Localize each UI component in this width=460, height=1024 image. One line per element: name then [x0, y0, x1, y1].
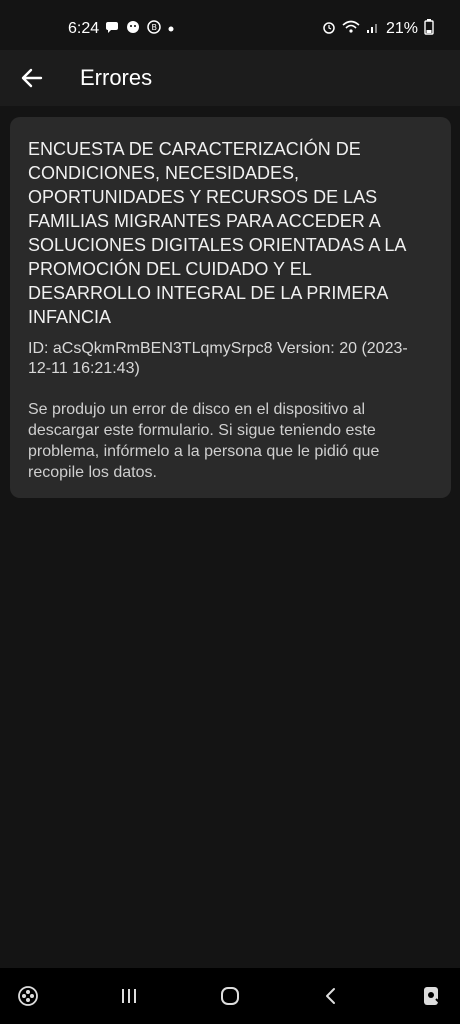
- recents-button[interactable]: [101, 968, 157, 1024]
- navigation-bar: [0, 968, 460, 1024]
- back-button[interactable]: [0, 50, 64, 106]
- mascot-icon: [125, 20, 141, 39]
- assistant-icon: [424, 987, 442, 1005]
- dot-icon: [167, 20, 175, 38]
- battery-icon: [424, 18, 434, 40]
- home-icon: [221, 987, 239, 1005]
- back-arrow-icon: [21, 68, 43, 88]
- back-nav-button[interactable]: [303, 968, 359, 1024]
- status-left: 6:24 B: [0, 19, 175, 39]
- alarm-icon: [322, 20, 336, 39]
- form-meta: ID: aCsQkmRmBEN3TLqmySrpc8 Version: 20 (…: [28, 340, 408, 377]
- game-controller-icon: [18, 986, 38, 1006]
- back-nav-icon: [326, 988, 335, 1004]
- error-card: ENCUESTA DE CARACTERIZACIÓN DE CONDICION…: [10, 117, 451, 498]
- svg-text:B: B: [152, 23, 158, 32]
- message-icon: [105, 20, 119, 39]
- app-bar: Errores: [0, 50, 460, 106]
- assistant-button[interactable]: [404, 968, 460, 1024]
- form-title: ENCUESTA DE CARACTERIZACIÓN DE CONDICION…: [28, 139, 406, 327]
- status-right: 21%: [322, 18, 460, 40]
- wifi-icon: [342, 20, 360, 39]
- battery-text: 21%: [385, 20, 418, 37]
- error-message: Se produjo un error de disco en el dispo…: [28, 401, 380, 481]
- signal-icon: [366, 20, 380, 39]
- status-time: 6:24: [68, 20, 100, 37]
- home-button[interactable]: [202, 968, 258, 1024]
- page-title: Errores: [80, 65, 153, 90]
- recents-icon: [122, 989, 136, 1003]
- game-button[interactable]: [0, 968, 56, 1024]
- badge-icon: B: [147, 19, 161, 39]
